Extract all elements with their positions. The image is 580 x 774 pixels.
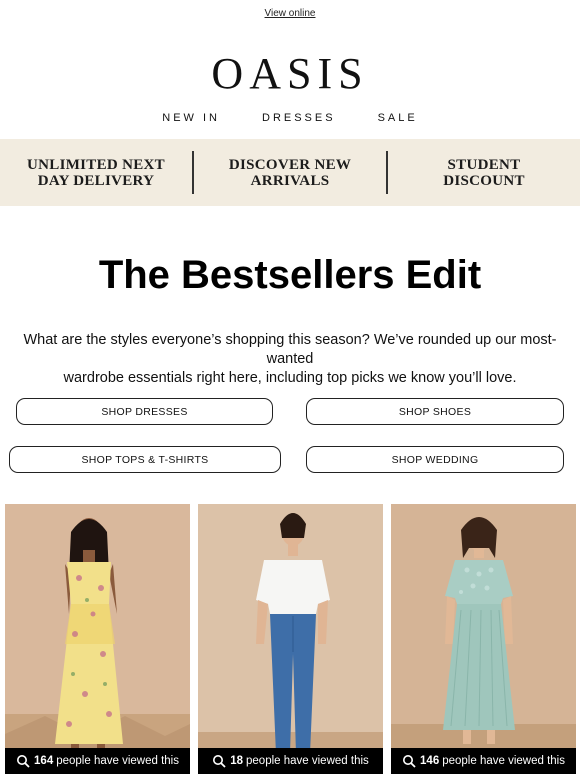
intro-text: What are the styles everyone’s shopping …	[10, 331, 570, 388]
intro-line-2: wardrobe essentials right here, includin…	[63, 370, 517, 386]
product-image-white-tee	[198, 504, 383, 774]
nav-dresses[interactable]: DRESSES	[262, 112, 336, 124]
shop-shoes-button[interactable]: SHOP SHOES	[306, 398, 564, 425]
magnifier-icon	[213, 755, 226, 768]
benefit-arrivals-line2: ARRIVALS	[250, 172, 330, 189]
page-title: The Bestsellers Edit	[98, 253, 482, 297]
benefit-student-line2: DISCOUNT	[443, 172, 525, 189]
view-count: 164	[34, 755, 54, 767]
benefit-delivery[interactable]: UNLIMITED NEXT DAY DELIVERY	[0, 157, 192, 189]
view-count-suffix: people have viewed this	[56, 755, 179, 767]
view-count-bar: 18 people have viewed this	[198, 748, 383, 774]
view-count-suffix: people have viewed this	[442, 755, 565, 767]
shop-tops-button[interactable]: SHOP TOPS & T-SHIRTS	[9, 446, 281, 473]
view-online-link[interactable]: View online	[0, 8, 580, 19]
main-nav: NEW IN DRESSES SALE	[0, 112, 580, 124]
benefit-delivery-line2: DAY DELIVERY	[37, 172, 155, 189]
product-card[interactable]: 18 people have viewed this	[198, 504, 383, 774]
shop-dresses-button[interactable]: SHOP DRESSES	[16, 398, 273, 425]
view-count-bar: 164 people have viewed this	[5, 748, 190, 774]
product-card[interactable]: 164 people have viewed this	[5, 504, 190, 774]
product-image-lace-dress	[391, 504, 576, 774]
view-count-bar: 146 people have viewed this	[391, 748, 576, 774]
benefit-arrivals[interactable]: DISCOVER NEW ARRIVALS	[194, 157, 386, 189]
benefit-student[interactable]: STUDENT DISCOUNT	[388, 157, 580, 189]
benefit-delivery-line1: UNLIMITED NEXT	[27, 156, 165, 173]
benefit-student-line1: STUDENT	[447, 156, 521, 173]
benefit-arrivals-line1: DISCOVER NEW	[228, 156, 352, 173]
view-count: 146	[420, 755, 440, 767]
magnifier-icon	[17, 755, 30, 768]
nav-sale[interactable]: SALE	[378, 112, 418, 124]
view-count-suffix: people have viewed this	[246, 755, 369, 767]
view-count: 18	[230, 755, 244, 767]
product-image-floral-dress	[5, 504, 190, 774]
nav-new-in[interactable]: NEW IN	[162, 112, 220, 124]
magnifier-icon	[403, 755, 416, 768]
product-card[interactable]: 146 people have viewed this	[391, 504, 576, 774]
shop-wedding-button[interactable]: SHOP WEDDING	[306, 446, 564, 473]
benefits-banner: UNLIMITED NEXT DAY DELIVERY DISCOVER NEW…	[0, 139, 580, 206]
intro-line-1: What are the styles everyone’s shopping …	[23, 332, 557, 367]
oasis-logo[interactable]: OASIS	[0, 48, 580, 99]
